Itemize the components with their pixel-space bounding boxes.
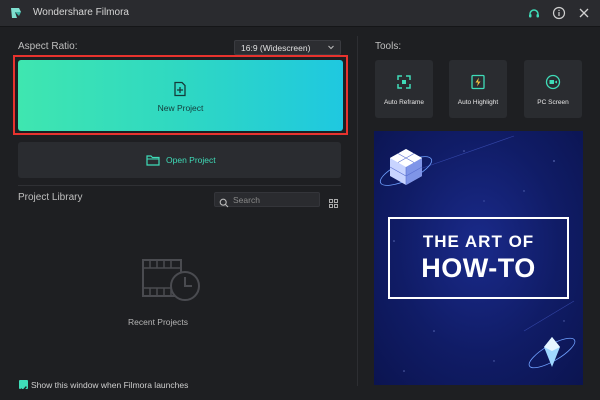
screen-record-icon xyxy=(545,74,561,90)
new-project-button[interactable]: New Project xyxy=(18,60,343,131)
banner-title-frame: THE ART OF HOW-TO xyxy=(388,217,569,299)
search-icon xyxy=(219,195,229,208)
tool-label: PC Screen xyxy=(537,99,569,106)
window-title: Wondershare Filmora xyxy=(33,7,129,18)
tools-label: Tools: xyxy=(375,41,402,52)
filmora-logo-icon xyxy=(9,6,23,20)
cube-artwork xyxy=(379,149,433,186)
tool-label: Auto Highlight xyxy=(457,99,499,106)
chevron-down-icon xyxy=(326,42,336,52)
grid-view-icon[interactable] xyxy=(329,195,338,208)
banner-line2: HOW-TO xyxy=(421,253,536,283)
folder-icon xyxy=(146,153,160,166)
library-search-box[interactable] xyxy=(214,192,320,208)
gem-artwork xyxy=(528,337,576,369)
aspect-ratio-value: 16:9 (Widescreen) xyxy=(241,43,311,53)
title-bar: Wondershare Filmora xyxy=(0,0,600,27)
startup-checkbox-label: Show this window when Filmora launches xyxy=(31,380,189,390)
highlight-icon xyxy=(470,74,486,90)
new-project-label: New Project xyxy=(157,103,204,113)
reframe-icon xyxy=(396,74,412,90)
search-input[interactable] xyxy=(233,194,317,206)
aspect-ratio-dropdown[interactable]: 16:9 (Widescreen) xyxy=(234,40,341,55)
recent-projects-label: Recent Projects xyxy=(128,317,188,327)
aspect-ratio-label: Aspect Ratio: xyxy=(18,41,78,52)
headset-icon[interactable] xyxy=(527,6,541,20)
film-clock-icon xyxy=(141,258,201,302)
banner-line1: THE ART OF xyxy=(422,232,535,251)
tool-pc-screen[interactable]: PC Screen xyxy=(524,60,582,118)
tool-auto-reframe[interactable]: Auto Reframe xyxy=(375,60,433,118)
tool-label: Auto Reframe xyxy=(383,99,425,106)
new-file-icon xyxy=(172,81,188,97)
section-divider xyxy=(18,185,341,186)
open-project-button[interactable]: Open Project xyxy=(18,142,341,178)
tool-auto-highlight[interactable]: Auto Highlight xyxy=(449,60,507,118)
panel-divider xyxy=(357,36,358,386)
info-icon[interactable] xyxy=(552,6,566,20)
project-library-title: Project Library xyxy=(18,192,83,203)
promo-banner[interactable]: THE ART OF HOW-TO xyxy=(374,131,583,385)
startup-checkbox[interactable] xyxy=(19,380,28,392)
open-project-label: Open Project xyxy=(166,155,216,165)
close-icon[interactable] xyxy=(577,6,591,20)
